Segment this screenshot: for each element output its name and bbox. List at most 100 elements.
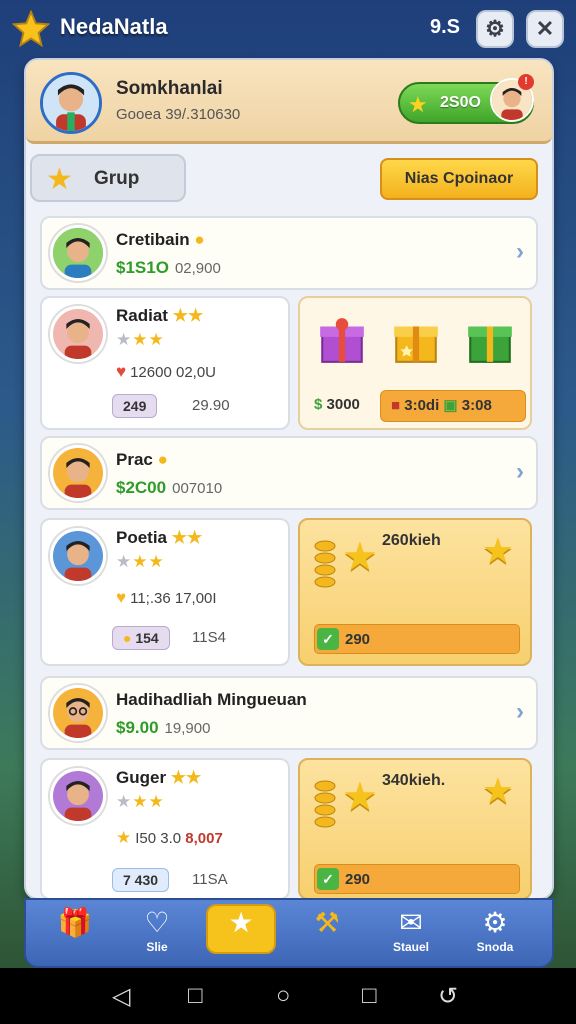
profile-header: Somkhanlai Gooea 39/.310630 ★ 2S0O ! [26, 60, 552, 144]
gift-box-icon[interactable] [464, 314, 516, 366]
gift-icon: 🎁 [57, 907, 93, 938]
card-name: Radiat ★★ [116, 306, 204, 325]
list-item[interactable]: Prac ● $2C00 007010 › [40, 436, 538, 510]
nav-label: Slie [146, 940, 168, 954]
card-name: Poetia ★★ [116, 528, 203, 547]
heart-icon: ♥ [116, 362, 127, 381]
tab-group-label: Grup [94, 168, 140, 189]
reward-panel[interactable]: ★ 260kieh ★ ✓ 290 [298, 518, 532, 666]
settings-button[interactable]: ⚙ [476, 10, 514, 48]
profile-name: Somkhanlai [116, 78, 223, 99]
nav-home[interactable]: ★ [206, 904, 276, 954]
row-name: Cretibain ● [116, 230, 205, 249]
avatar[interactable] [40, 72, 102, 134]
star-icon: ★ [342, 775, 378, 819]
recents-icon[interactable]: □ [188, 982, 203, 1010]
avatar [50, 685, 106, 741]
row-money: $9.00 19,900 [116, 718, 211, 737]
gift-timer[interactable]: ■ 3:0di ▣ 3:08 [380, 390, 526, 422]
star-logo-icon [12, 10, 50, 48]
top-bar: NedaNatla 9.S ⚙ ✕ [0, 0, 576, 58]
rotate-icon[interactable]: ↺ [438, 982, 458, 1011]
action-button[interactable]: Nias Cpoinaor [380, 158, 538, 200]
star-bag-icon: ★ [228, 907, 254, 938]
card-stat: ♥ 12600 02,0U [116, 362, 216, 381]
gift-box-icon[interactable] [316, 314, 368, 366]
reward-label: 260kieh [382, 532, 441, 549]
rating-stars: ★★★ [116, 792, 165, 811]
wrench-icon: ⚒ [314, 907, 340, 938]
home-icon[interactable]: ○ [276, 982, 291, 1010]
nav-chat[interactable]: ✉ Stauel [376, 906, 446, 964]
star-icon: ★ [46, 163, 73, 196]
reward-panel[interactable]: ★ 340kieh. ★ ✓ 290 [298, 758, 532, 900]
card-tag-sub: 11S4 [192, 629, 226, 646]
nav-label: Stauel [392, 940, 429, 954]
gift-value: $ 3000 [314, 396, 360, 413]
system-nav-bar: ◁ □ ○ □ ↺ [0, 968, 576, 1024]
settings-icon: ⚙ [485, 16, 505, 41]
chat-icon: ✉ [399, 907, 423, 938]
card-tag-sub: 29.90 [192, 397, 230, 414]
heart-icon: ♥ [116, 588, 127, 607]
list-item[interactable]: Hadihadliah Mingueuan $9.00 19,900 › [40, 676, 538, 750]
heart-icon: ♡ [144, 907, 170, 938]
star-icon: ★ [481, 770, 514, 811]
avatar [50, 225, 106, 281]
nav-settings[interactable]: ⚙ Snoda [460, 906, 530, 964]
main-panel: Somkhanlai Gooea 39/.310630 ★ 2S0O ! ★ G… [24, 58, 554, 900]
avatar [50, 445, 106, 501]
chevron-right-icon: › [516, 698, 524, 725]
star-icon: ★ [481, 530, 514, 571]
rating-stars: ★★★ [116, 330, 165, 349]
back-icon[interactable]: ◁ [112, 982, 130, 1011]
star-icon: ★ [342, 535, 378, 579]
player-card[interactable]: Poetia ★★ ★★★ ♥ 11;.36 17,00I ● 154 11S4 [40, 518, 290, 666]
nav-tools[interactable]: ⚒ [292, 906, 362, 964]
coin-stack-icon [314, 540, 336, 588]
star-icon: ★ [408, 92, 428, 117]
card-stat: ♥ 11;.36 17,00I [116, 588, 217, 607]
chevron-right-icon: › [516, 458, 524, 485]
rating-stars: ★★★ [116, 552, 165, 571]
gift-panel: $ 3000 ■ 3:0di ▣ 3:08 [298, 296, 532, 430]
clock-text: 9.S [430, 16, 461, 38]
row-name: Hadihadliah Mingueuan [116, 690, 307, 709]
star-icon: ★ [116, 828, 132, 847]
card-name: Guger ★★ [116, 768, 202, 787]
reward-value: 290 [345, 631, 371, 648]
avatar [50, 528, 106, 584]
list-item[interactable]: Cretibain ● $1S1O 02,900 › [40, 216, 538, 290]
notification-badge: ! [518, 74, 534, 90]
settings-icon: ⚙ [482, 907, 508, 938]
gift-box-icon[interactable] [390, 314, 442, 366]
reward-bar: ✓ 290 [314, 864, 520, 894]
card-tag-sub: 11SA [192, 871, 228, 888]
chevron-right-icon: › [516, 238, 524, 265]
close-icon: ✕ [535, 16, 555, 41]
coin-balance-button[interactable]: ★ 2S0O ! [398, 74, 534, 124]
card-tag: ● 154 [112, 626, 170, 650]
square-icon[interactable]: □ [362, 982, 377, 1010]
card-stat: ★ I50 3.0 8,007 [116, 828, 223, 847]
profile-subtitle: Gooea 39/.310630 [116, 106, 241, 123]
app-title: NedaNatla [60, 14, 168, 39]
nav-like[interactable]: ♡ Slie [122, 906, 192, 964]
row-money: $1S1O 02,900 [116, 258, 221, 277]
row-money: $2C00 007010 [116, 478, 223, 497]
check-icon: ✓ [317, 628, 339, 650]
reward-bar: ✓ 290 [314, 624, 520, 654]
reward-label: 340kieh. [382, 772, 446, 789]
nav-gift[interactable]: 🎁 [40, 906, 110, 964]
bottom-nav: 🎁 ♡ Slie ★ ⚒ ✉ Stauel ⚙ Snoda [24, 898, 554, 968]
player-card[interactable]: Guger ★★ ★★★ ★ I50 3.0 8,007 7 430 11SA [40, 758, 290, 900]
nav-label: Snoda [476, 940, 514, 954]
player-card[interactable]: Radiat ★★ ★★★ ♥ 12600 02,0U 249 29.90 [40, 296, 290, 430]
close-button[interactable]: ✕ [526, 10, 564, 48]
coin-stack-icon [314, 780, 336, 828]
card-tag: 7 430 [112, 868, 170, 892]
tab-group[interactable]: ★ Grup [30, 154, 186, 202]
card-tag: 249 [112, 394, 158, 418]
check-icon: ✓ [317, 868, 339, 890]
row-name: Prac ● [116, 450, 168, 469]
